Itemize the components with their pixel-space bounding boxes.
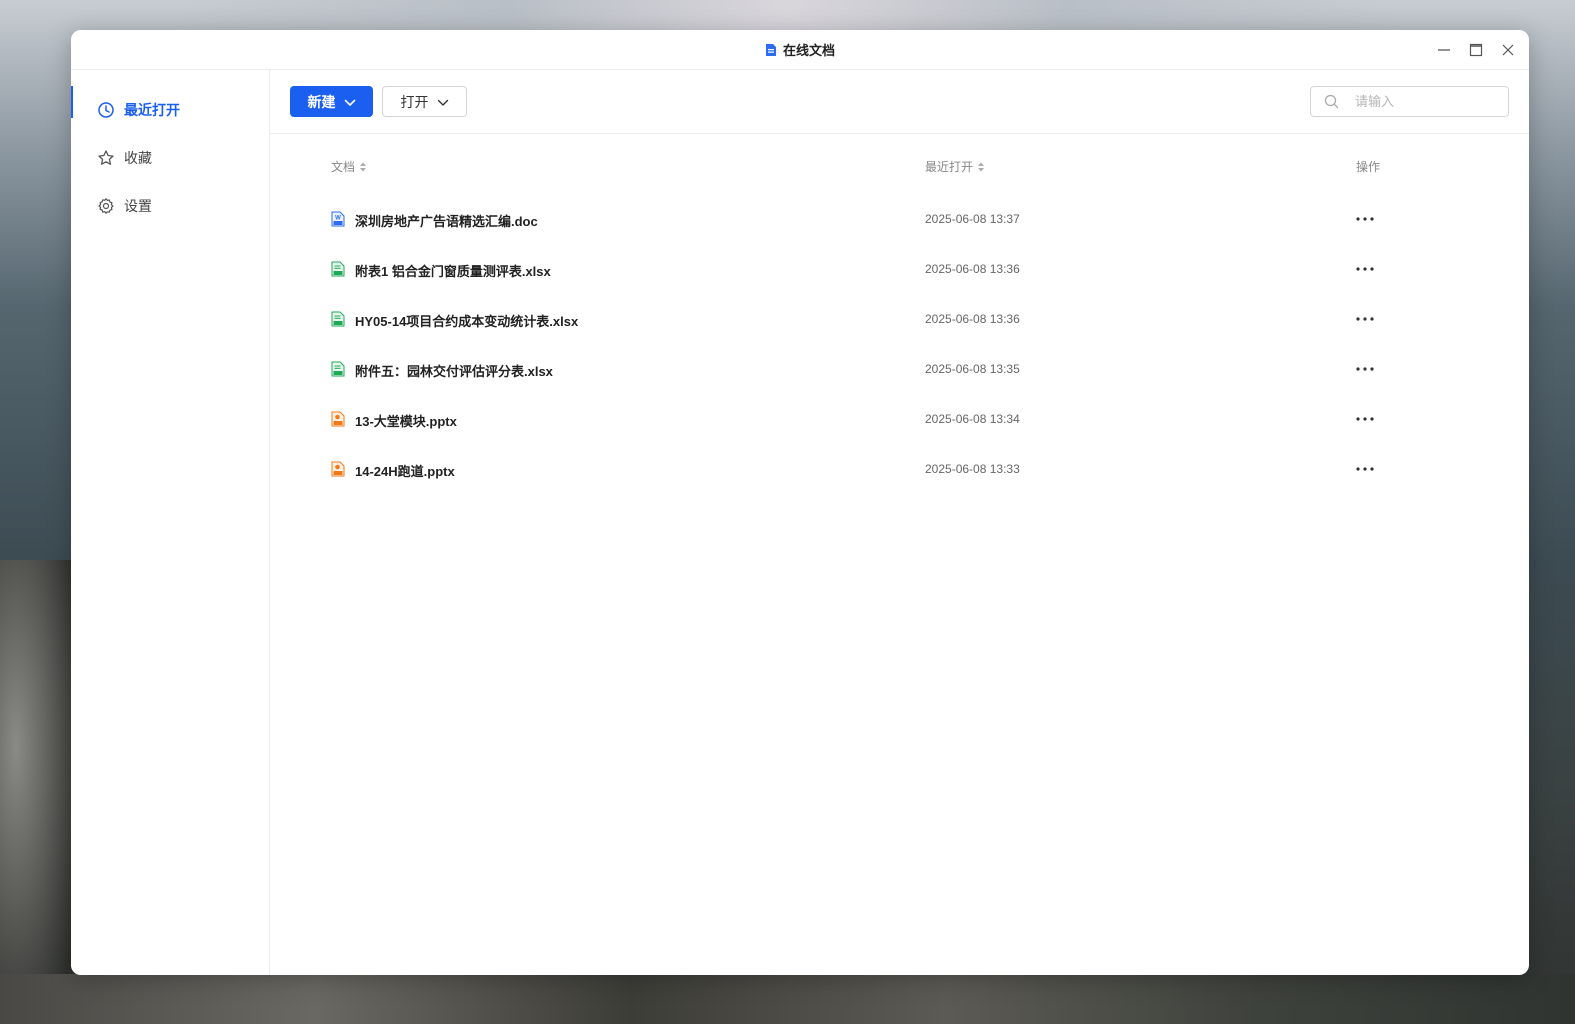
file-name[interactable]: 深圳房地产广告语精选汇编.doc xyxy=(355,211,538,230)
wallpaper-rock xyxy=(0,560,80,1024)
file-name[interactable]: HY05-14项目合约成本变动统计表.xlsx xyxy=(355,311,578,330)
file-time: 2025-06-08 13:33 xyxy=(925,462,1020,476)
file-table: 文档 最近打开 操作 W 深圳房地产广告语精选汇编.doc 2025-06-08… xyxy=(270,134,1529,494)
more-icon[interactable] xyxy=(1355,211,1375,227)
excel-file-icon xyxy=(331,261,345,277)
table-row[interactable]: 附表1 铝合金门窗质量测评表.xlsx 2025-06-08 13:36 xyxy=(270,244,1529,294)
search-box xyxy=(1310,86,1509,117)
sidebar-item-favorites[interactable]: 收藏 xyxy=(71,134,269,182)
maximize-icon[interactable] xyxy=(1469,43,1483,57)
window-title: 在线文档 xyxy=(782,43,835,58)
header-document-label: 文档 xyxy=(331,160,356,174)
more-icon[interactable] xyxy=(1355,261,1375,277)
table-row[interactable]: 13-大堂模块.pptx 2025-06-08 13:34 xyxy=(270,394,1529,444)
header-actions-label: 操作 xyxy=(1356,160,1381,174)
header-recent[interactable]: 最近打开 xyxy=(925,158,985,175)
main-panel: 新建 打开 文档 xyxy=(270,70,1529,975)
sort-icon[interactable] xyxy=(977,161,985,173)
header-document[interactable]: 文档 xyxy=(331,158,367,175)
star-icon xyxy=(97,149,115,167)
toolbar: 新建 打开 xyxy=(270,70,1529,134)
header-actions: 操作 xyxy=(1356,158,1380,175)
more-icon[interactable] xyxy=(1355,411,1375,427)
file-time: 2025-06-08 13:35 xyxy=(925,362,1020,376)
sort-icon[interactable] xyxy=(359,161,367,173)
more-icon[interactable] xyxy=(1355,361,1375,377)
table-row[interactable]: W 深圳房地产广告语精选汇编.doc 2025-06-08 13:37 xyxy=(270,194,1529,244)
sidebar-item-settings[interactable]: 设置 xyxy=(71,182,269,230)
window-controls xyxy=(1437,30,1515,69)
file-time: 2025-06-08 13:36 xyxy=(925,312,1020,326)
new-button[interactable]: 新建 xyxy=(290,86,373,117)
open-button-label: 打开 xyxy=(400,93,429,110)
sidebar-item-label: 设置 xyxy=(124,198,152,214)
search-input[interactable] xyxy=(1355,87,1495,116)
app-window: 在线文档 最近打开 收藏 设置 新建 打开 请输入 文档 最近打开 操作 W 深… xyxy=(71,30,1529,975)
file-name[interactable]: 附件五：园林交付评估评分表.xlsx xyxy=(355,361,553,380)
minimize-icon[interactable] xyxy=(1437,43,1451,57)
powerpoint-file-icon xyxy=(331,461,345,477)
header-recent-label: 最近打开 xyxy=(925,160,974,174)
open-button[interactable]: 打开 xyxy=(382,86,467,117)
word-file-icon: W xyxy=(331,211,345,227)
sidebar-item-label: 最近打开 xyxy=(124,102,180,118)
search-icon xyxy=(1324,94,1339,109)
file-name[interactable]: 附表1 铝合金门窗质量测评表.xlsx xyxy=(355,261,551,280)
table-row[interactable]: 14-24H跑道.pptx 2025-06-08 13:33 xyxy=(270,444,1529,494)
sidebar-item-label: 收藏 xyxy=(124,150,152,166)
file-time: 2025-06-08 13:36 xyxy=(925,262,1020,276)
chevron-down-icon xyxy=(437,94,449,110)
more-icon[interactable] xyxy=(1355,461,1375,477)
excel-file-icon xyxy=(331,361,345,377)
file-time: 2025-06-08 13:37 xyxy=(925,212,1020,226)
title-wrap: 在线文档 xyxy=(71,30,1529,69)
more-icon[interactable] xyxy=(1355,311,1375,327)
title-bar[interactable]: 在线文档 xyxy=(71,30,1529,70)
excel-file-icon xyxy=(331,311,345,327)
document-app-icon xyxy=(765,43,777,57)
gear-icon xyxy=(97,197,115,215)
close-icon[interactable] xyxy=(1501,43,1515,57)
file-name[interactable]: 13-大堂模块.pptx xyxy=(355,411,457,430)
file-name[interactable]: 14-24H跑道.pptx xyxy=(355,461,455,480)
table-row[interactable]: 附件五：园林交付评估评分表.xlsx 2025-06-08 13:35 xyxy=(270,344,1529,394)
powerpoint-file-icon xyxy=(331,411,345,427)
sidebar-item-recent[interactable]: 最近打开 xyxy=(71,86,269,134)
table-row[interactable]: HY05-14项目合约成本变动统计表.xlsx 2025-06-08 13:36 xyxy=(270,294,1529,344)
table-header: 文档 最近打开 操作 xyxy=(270,134,1529,194)
chevron-down-icon xyxy=(344,94,356,110)
new-button-label: 新建 xyxy=(307,93,336,110)
table-body: W 深圳房地产广告语精选汇编.doc 2025-06-08 13:37 附表1 … xyxy=(270,194,1529,494)
svg-text:W: W xyxy=(335,216,341,222)
wallpaper-ground xyxy=(0,974,1575,1024)
file-time: 2025-06-08 13:34 xyxy=(925,412,1020,426)
sidebar: 最近打开 收藏 设置 xyxy=(71,70,270,975)
clock-icon xyxy=(97,101,115,119)
